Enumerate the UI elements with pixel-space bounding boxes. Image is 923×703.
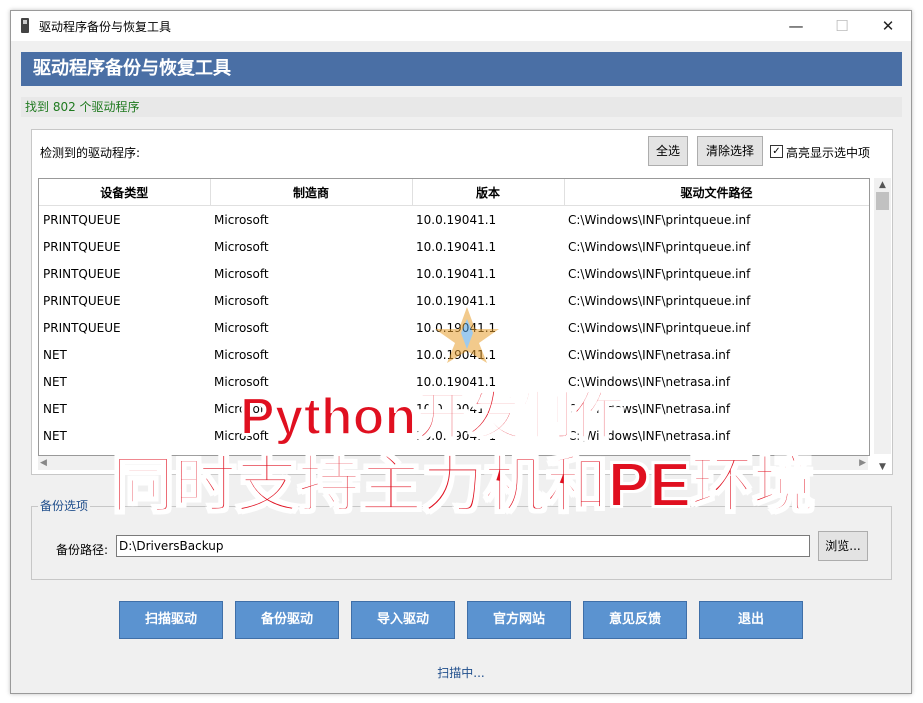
path-cell: C:\Windows\INF\printqueue.inf	[568, 239, 751, 254]
device-type-cell: NET	[43, 401, 67, 416]
device-type-cell: NET	[43, 374, 67, 389]
path-cell: C:\Windows\INF\printqueue.inf	[568, 212, 751, 227]
manufacturer-cell: Microsoft	[214, 293, 269, 308]
device-type-cell: PRINTQUEUE	[43, 212, 121, 227]
column-header-version[interactable]: 版本	[412, 179, 565, 206]
device-type-cell: PRINTQUEUE	[43, 320, 121, 335]
import-drivers-button[interactable]: 导入驱动	[351, 601, 455, 639]
table-header-row: 设备类型 制造商 版本 驱动文件路径	[39, 179, 869, 206]
manufacturer-cell: Microsoft	[214, 266, 269, 281]
select-all-button[interactable]: 全选	[648, 136, 688, 166]
column-header-device-type[interactable]: 设备类型	[39, 179, 211, 206]
device-type-cell: NET	[43, 347, 67, 362]
minimize-button[interactable]: —	[773, 11, 819, 41]
header-banner: 驱动程序备份与恢复工具	[21, 52, 902, 86]
footer-status: 扫描中...	[437, 666, 485, 680]
manufacturer-cell: Microsoft	[214, 320, 269, 335]
scroll-thumb[interactable]	[876, 192, 889, 210]
highlight-checkbox[interactable]: ✓	[770, 145, 783, 158]
column-header-manufacturer[interactable]: 制造商	[210, 179, 413, 206]
official-website-button[interactable]: 官方网站	[467, 601, 571, 639]
exit-button[interactable]: 退出	[699, 601, 803, 639]
window-title: 驱动程序备份与恢复工具	[39, 20, 172, 34]
backup-drivers-button[interactable]: 备份驱动	[235, 601, 339, 639]
version-cell: 10.0.19041.1	[416, 266, 497, 281]
feedback-button[interactable]: 意见反馈	[583, 601, 687, 639]
scan-drivers-button[interactable]: 扫描驱动	[119, 601, 223, 639]
watermark-logo	[435, 307, 499, 363]
device-type-cell: PRINTQUEUE	[43, 266, 121, 281]
app-window: 驱动程序备份与恢复工具 — ☐ ✕ 驱动程序备份与恢复工具 找到 802 个驱动…	[10, 10, 912, 694]
backup-options-title: 备份选项	[38, 497, 91, 514]
manufacturer-cell: Microsoft	[214, 239, 269, 254]
manufacturer-cell: Microsoft	[214, 212, 269, 227]
path-cell: C:\Windows\INF\netrasa.inf	[568, 347, 731, 362]
scroll-right-icon[interactable]: ▶	[859, 456, 866, 470]
app-icon	[21, 18, 29, 33]
drivers-label: 检测到的驱动程序:	[40, 146, 141, 160]
table-row[interactable]: PRINTQUEUE Microsoft 10.0.19041.1 C:\Window…	[39, 260, 869, 287]
title-bar[interactable]: 驱动程序备份与恢复工具 — ☐ ✕	[11, 11, 911, 41]
column-header-path[interactable]: 驱动文件路径	[564, 179, 869, 206]
table-row[interactable]: PRINTQUEUE Microsoft 10.0.19041.1 C:\Window…	[39, 206, 869, 234]
backup-path-input[interactable]: D:\DriversBackup	[116, 535, 810, 557]
manufacturer-cell: Microsoft	[214, 347, 269, 362]
backup-path-label: 备份路径:	[56, 543, 109, 557]
device-type-cell: PRINTQUEUE	[43, 239, 121, 254]
device-type-cell: PRINTQUEUE	[43, 293, 121, 308]
clear-selection-button[interactable]: 清除选择	[697, 136, 763, 166]
path-cell: C:\Windows\INF\printqueue.inf	[568, 320, 751, 335]
browse-button[interactable]: 浏览...	[818, 531, 868, 561]
scroll-up-icon[interactable]: ▲	[874, 178, 891, 192]
version-cell: 10.0.19041.1	[416, 239, 497, 254]
table-row[interactable]: PRINTQUEUE Microsoft 10.0.19041.1 C:\Window…	[39, 233, 869, 260]
path-cell: C:\Windows\INF\printqueue.inf	[568, 293, 751, 308]
vertical-scrollbar[interactable]: ▲ ▼	[874, 178, 891, 472]
maximize-button[interactable]: ☐	[819, 11, 865, 41]
scroll-left-icon[interactable]: ◀	[40, 456, 47, 470]
version-cell: 10.0.19041.1	[416, 212, 497, 227]
highlight-checkbox-label[interactable]: 高亮显示选中项	[786, 144, 870, 161]
path-cell: C:\Windows\INF\printqueue.inf	[568, 266, 751, 281]
scroll-down-icon[interactable]: ▼	[874, 460, 891, 474]
overlay-caption-line2: 同时支持主力机和PE环境	[111, 450, 816, 521]
driver-count-status: 找到 802 个驱动程序	[21, 97, 902, 117]
close-button[interactable]: ✕	[865, 11, 911, 41]
